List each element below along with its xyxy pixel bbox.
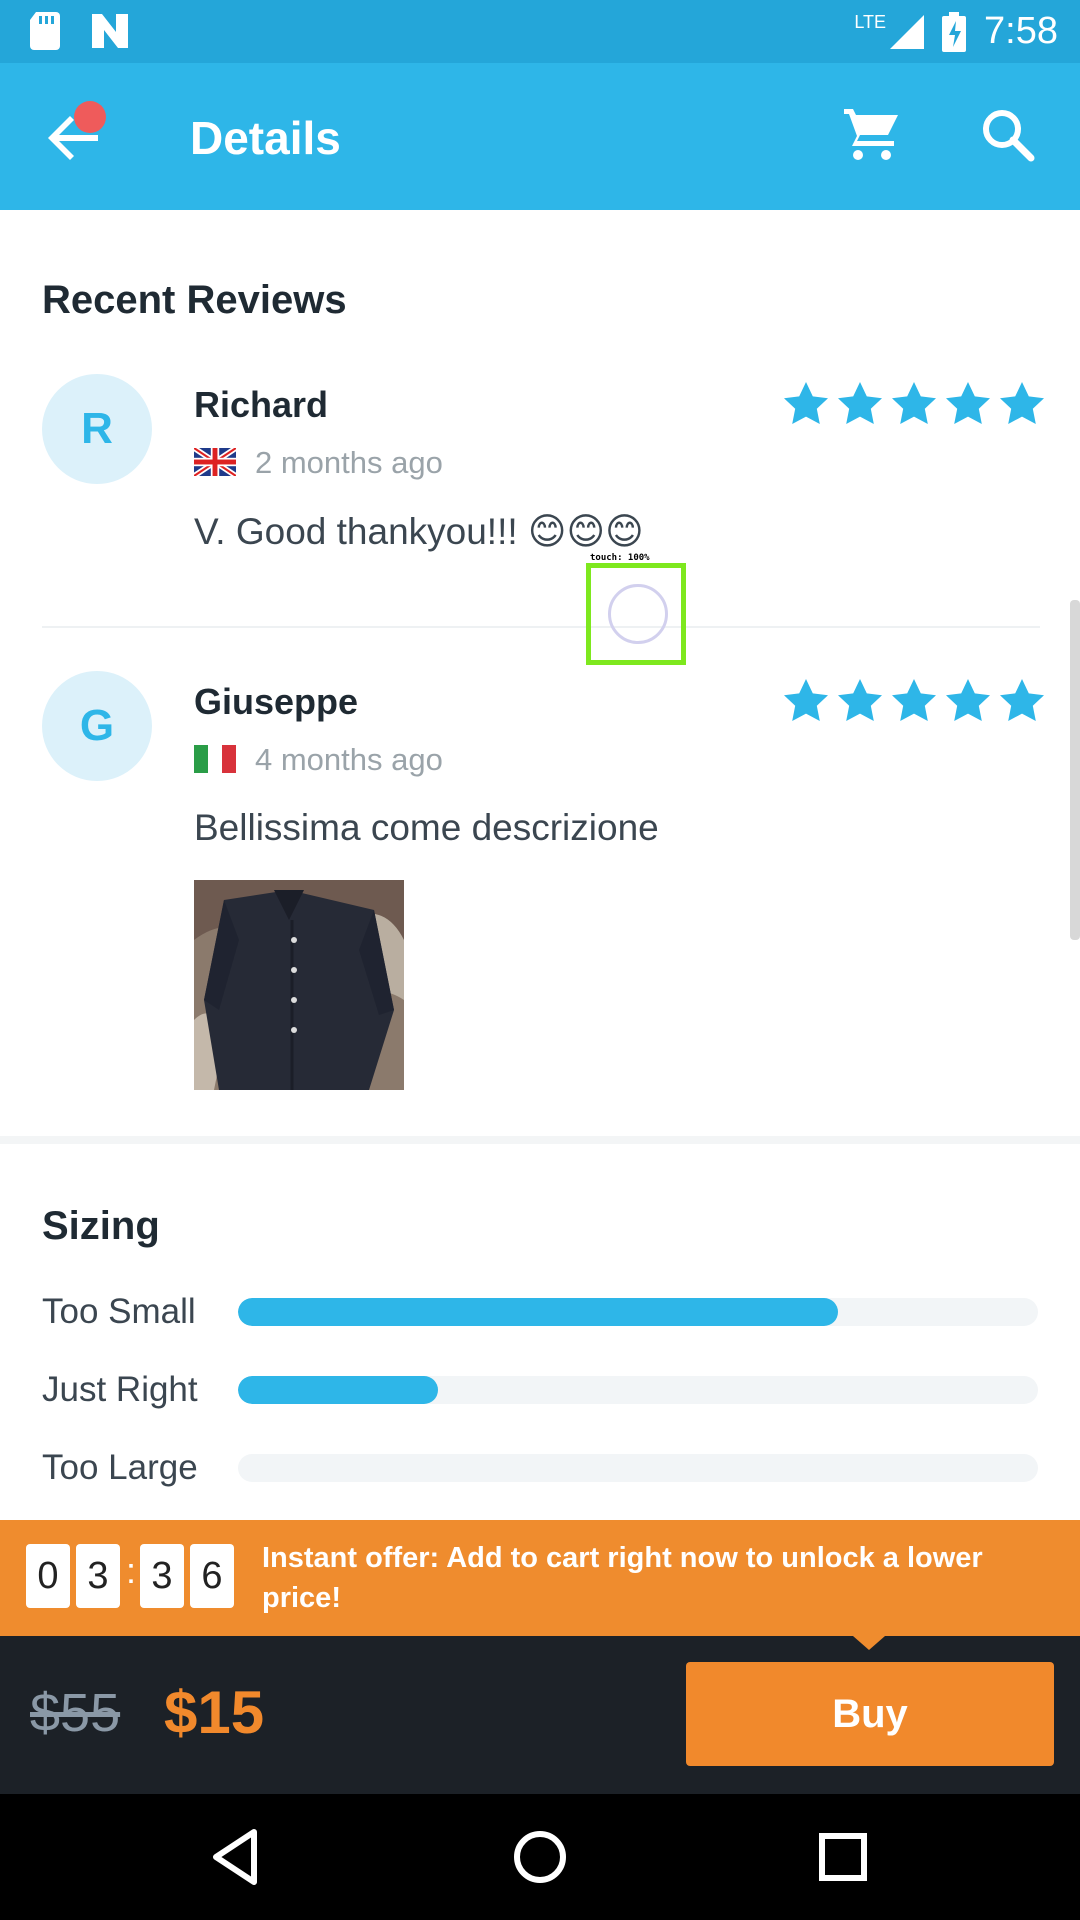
star-icon	[838, 382, 882, 424]
current-price: $15	[164, 1679, 265, 1746]
buy-button[interactable]: Buy	[686, 1662, 1054, 1766]
star-icon	[1000, 679, 1044, 721]
network-label: LTE	[854, 12, 887, 32]
star-icon	[946, 679, 990, 721]
signal-icon	[890, 14, 925, 49]
battery-charging-icon	[942, 11, 967, 52]
app-bar	[0, 63, 1080, 210]
size-bar-too-small	[238, 1298, 1038, 1326]
countdown-digit: 0	[26, 1544, 70, 1608]
search-icon[interactable]	[976, 103, 1040, 167]
size-label-too-small: Too Small	[42, 1292, 196, 1331]
status-bar: LTE 7:58	[0, 0, 1080, 63]
reviewer-name: Richard	[194, 384, 329, 425]
rating-stars	[782, 677, 1046, 725]
navigation-bar	[0, 1794, 1080, 1920]
avatar: G	[42, 671, 152, 781]
size-bar-fill	[238, 1376, 438, 1404]
divider	[42, 626, 1040, 628]
star-icon	[1000, 382, 1044, 424]
nav-home-icon[interactable]	[507, 1824, 573, 1890]
n-logo-icon	[92, 14, 128, 48]
countdown-digit: 3	[140, 1544, 184, 1608]
shirt-photo-image	[194, 880, 404, 1090]
reviews-title: Recent Reviews	[42, 278, 347, 322]
page-title: Details	[190, 112, 341, 164]
rating-stars	[782, 380, 1046, 428]
touch-indicator-circle	[608, 584, 668, 644]
italy-flag-icon	[194, 745, 236, 773]
size-label-too-large: Too Large	[42, 1448, 198, 1487]
nav-back-icon[interactable]	[204, 1824, 270, 1890]
scrollbar[interactable]	[1070, 600, 1080, 940]
notification-badge	[74, 101, 106, 133]
sizing-title: Sizing	[42, 1204, 160, 1248]
star-icon	[784, 679, 828, 721]
avatar: R	[42, 374, 152, 484]
reviewer-name: Giuseppe	[194, 681, 359, 722]
section-separator	[0, 1136, 1080, 1144]
clock: 7:58	[984, 10, 1058, 52]
sd-card-icon	[30, 12, 60, 50]
review-text: Bellissima come descrizione	[194, 807, 659, 848]
buy-bar: $55 $15 Buy	[0, 1636, 1080, 1794]
size-bar-fill	[238, 1298, 838, 1326]
star-icon	[892, 679, 936, 721]
size-label-just-right: Just Right	[42, 1370, 198, 1409]
nav-recents-icon[interactable]	[810, 1824, 876, 1890]
size-bar-just-right	[238, 1376, 1038, 1404]
cart-icon[interactable]	[838, 103, 902, 167]
offer-caret	[853, 1636, 885, 1650]
star-icon	[784, 382, 828, 424]
review-photo[interactable]	[194, 880, 404, 1090]
countdown-digit: 3	[76, 1544, 120, 1608]
size-bar-too-large	[238, 1454, 1038, 1482]
review-date: 4 months ago	[255, 742, 443, 777]
star-icon	[892, 382, 936, 424]
countdown-digit: 6	[190, 1544, 234, 1608]
countdown-separator: :	[126, 1550, 137, 1591]
star-icon	[946, 382, 990, 424]
touch-label: touch: 100%	[590, 553, 650, 563]
star-icon	[838, 679, 882, 721]
old-price: $55	[30, 1683, 121, 1743]
offer-text: Instant offer: Add to cart right now to …	[262, 1542, 983, 1614]
uk-flag-icon	[194, 448, 236, 476]
instant-offer-banner[interactable]: 0 3 : 3 6 Instant offer: Add to cart rig…	[0, 1520, 1080, 1636]
review-text: V. Good thankyou!!! 😊😊😊	[194, 511, 644, 552]
review-date: 2 months ago	[255, 445, 443, 480]
